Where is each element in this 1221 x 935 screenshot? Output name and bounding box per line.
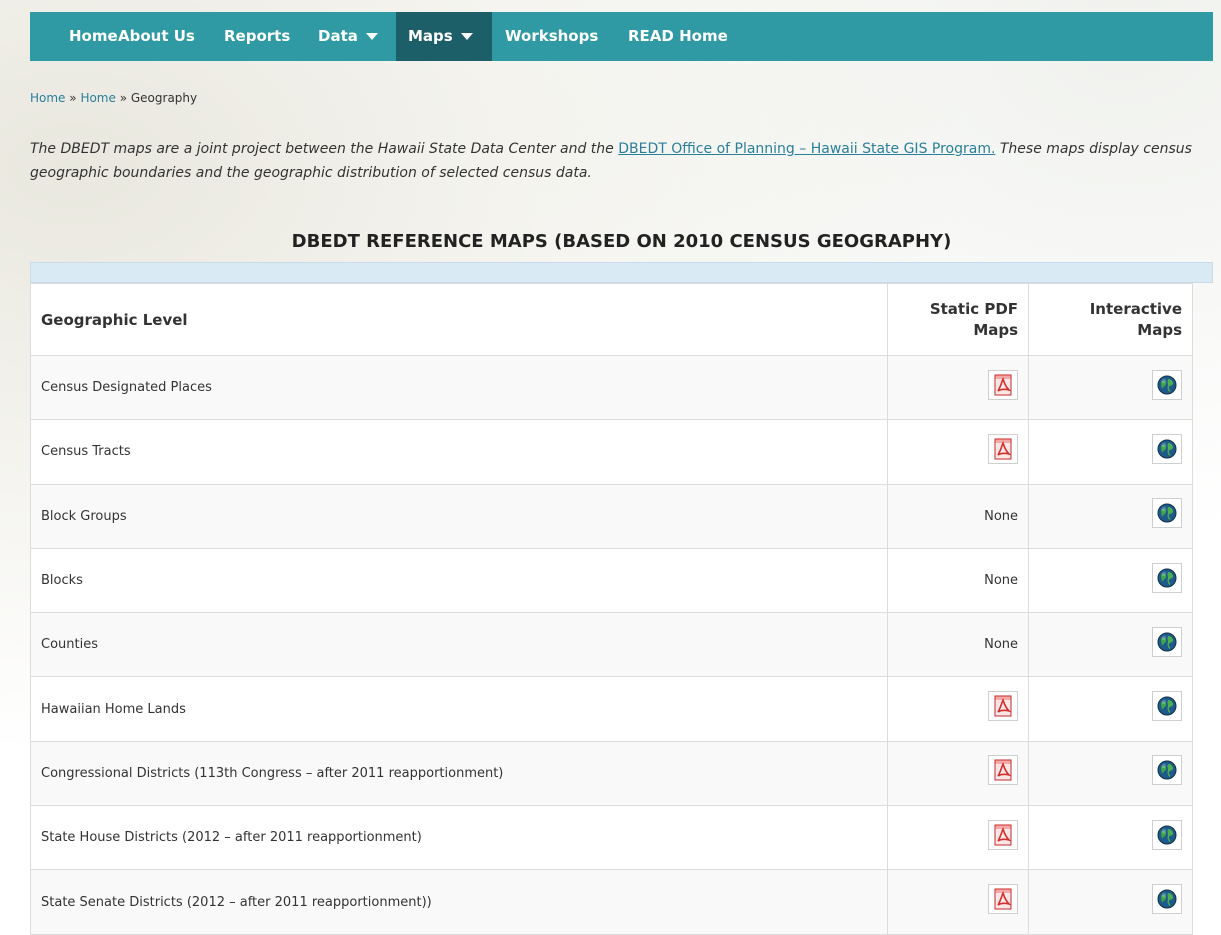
- geographic-level-cell: Census Tracts: [29, 419, 889, 485]
- static-pdf-cell: [887, 869, 1030, 935]
- geographic-level-cell: Hawaiian Home Lands: [29, 676, 889, 742]
- none-label: None: [984, 573, 1019, 589]
- header-static-pdf-maps: Static PDF Maps: [887, 283, 1030, 356]
- interactive-map-cell: [1028, 483, 1193, 549]
- static-pdf-cell: [887, 740, 1030, 807]
- pdf-file-icon[interactable]: [988, 369, 1019, 400]
- nav-about-us-label: About Us: [118, 27, 195, 45]
- gis-program-link[interactable]: DBEDT Office of Planning – Hawaii State …: [618, 141, 995, 157]
- header-static-pdf-line1: Static PDF: [929, 299, 1019, 318]
- pdf-file-icon[interactable]: [988, 755, 1019, 786]
- table-caption-bar: [30, 262, 1213, 283]
- static-pdf-cell: None: [887, 547, 1030, 614]
- caret-down-icon: [365, 33, 378, 40]
- static-pdf-cell: [887, 805, 1030, 871]
- table-header: Geographic Level Static PDF Maps Interact…: [29, 283, 1193, 356]
- table-row: State House Districts (2012 – after 2011…: [29, 805, 1193, 871]
- globe-map-icon[interactable]: [1152, 819, 1182, 850]
- table-row: Block Groups None: [29, 483, 1193, 549]
- intro-text-before: The DBEDT maps are a joint project betwe…: [30, 141, 619, 157]
- nav-workshops[interactable]: Workshops: [493, 12, 610, 61]
- intro-paragraph: The DBEDT maps are a joint project betwe…: [30, 137, 1215, 185]
- reference-maps-table: Geographic Level Static PDF Maps Interact…: [29, 283, 1193, 935]
- header-static-pdf-line2: Maps: [973, 320, 1019, 339]
- interactive-map-cell: [1028, 419, 1193, 485]
- nav-workshops-label: Workshops: [505, 27, 599, 45]
- globe-map-icon[interactable]: [1152, 626, 1182, 657]
- pdf-file-icon[interactable]: [988, 884, 1019, 915]
- geographic-level-cell: State Senate Districts (2012 – after 201…: [29, 869, 889, 935]
- globe-map-icon[interactable]: [1152, 755, 1182, 786]
- table-row: Blocks None: [29, 547, 1193, 614]
- geographic-level-cell: Census Designated Places: [29, 354, 889, 421]
- globe-map-icon[interactable]: [1152, 498, 1182, 529]
- caret-down-icon: [460, 33, 473, 40]
- interactive-map-cell: [1028, 805, 1193, 871]
- nav-reports-label: Reports: [224, 27, 291, 45]
- header-interactive-maps: Interactive Maps: [1028, 283, 1193, 356]
- breadcrumb-separator: »: [119, 91, 128, 105]
- nav-data-label: Data: [318, 27, 358, 45]
- table-row: Census Designated Places: [29, 354, 1193, 421]
- header-interactive-line1: Interactive: [1089, 299, 1182, 318]
- interactive-map-cell: [1028, 676, 1193, 742]
- static-pdf-cell: [887, 419, 1030, 485]
- nav-read-home[interactable]: READ Home: [616, 12, 740, 61]
- globe-map-icon[interactable]: [1152, 433, 1182, 464]
- breadcrumb: Home » Home » Geography: [30, 91, 197, 105]
- interactive-map-cell: [1028, 547, 1193, 614]
- nav-maps[interactable]: Maps: [396, 12, 492, 61]
- geographic-level-cell: Congressional Districts (113th Congress …: [29, 740, 889, 807]
- none-label: None: [984, 637, 1019, 653]
- interactive-map-cell: [1028, 740, 1193, 807]
- geographic-level-cell: State House Districts (2012 – after 2011…: [29, 805, 889, 871]
- pdf-file-icon[interactable]: [988, 691, 1019, 722]
- breadcrumb-home-link-1[interactable]: Home: [30, 91, 65, 105]
- interactive-map-cell: [1028, 354, 1193, 421]
- header-geographic-level: Geographic Level: [29, 283, 889, 356]
- geographic-level-cell: Blocks: [29, 547, 889, 614]
- interactive-map-cell: [1028, 869, 1193, 935]
- table-header-row: Geographic Level Static PDF Maps Interact…: [29, 283, 1193, 356]
- nav-reports[interactable]: Reports: [212, 12, 302, 61]
- table-row: Census Tracts: [29, 419, 1193, 485]
- static-pdf-cell: None: [887, 483, 1030, 549]
- breadcrumb-current: Geography: [130, 91, 198, 105]
- nav-read-home-label: READ Home: [628, 27, 728, 45]
- static-pdf-cell: None: [887, 612, 1030, 678]
- nav-about-us[interactable]: About Us: [106, 12, 207, 61]
- table-row: State Senate Districts (2012 – after 201…: [29, 869, 1193, 935]
- header-interactive-line2: Maps: [1137, 320, 1182, 339]
- nav-maps-label: Maps: [408, 27, 453, 45]
- table-row: Congressional Districts (113th Congress …: [29, 740, 1193, 807]
- static-pdf-cell: [887, 354, 1030, 421]
- globe-map-icon[interactable]: [1152, 562, 1182, 593]
- breadcrumb-home-link-2[interactable]: Home: [80, 91, 115, 105]
- pdf-file-icon[interactable]: [988, 819, 1019, 850]
- table-row: Hawaiian Home Lands: [29, 676, 1193, 742]
- nav-data[interactable]: Data: [306, 12, 390, 61]
- static-pdf-cell: [887, 676, 1030, 742]
- table-row: Counties None: [29, 612, 1193, 678]
- section-title: DBEDT REFERENCE MAPS (BASED ON 2010 CENS…: [291, 231, 952, 252]
- geographic-level-cell: Block Groups: [29, 483, 889, 549]
- main-navbar: Home About Us Reports Data Maps Workshop…: [30, 12, 1213, 61]
- pdf-file-icon[interactable]: [988, 433, 1019, 464]
- globe-map-icon[interactable]: [1152, 691, 1182, 722]
- globe-map-icon[interactable]: [1152, 884, 1182, 915]
- interactive-map-cell: [1028, 612, 1193, 678]
- breadcrumb-separator: »: [69, 91, 77, 105]
- globe-map-icon[interactable]: [1152, 369, 1182, 400]
- none-label: None: [984, 508, 1019, 524]
- geographic-level-cell: Counties: [29, 612, 889, 678]
- table-body: Census Designated Places Census Tracts B…: [29, 354, 1193, 935]
